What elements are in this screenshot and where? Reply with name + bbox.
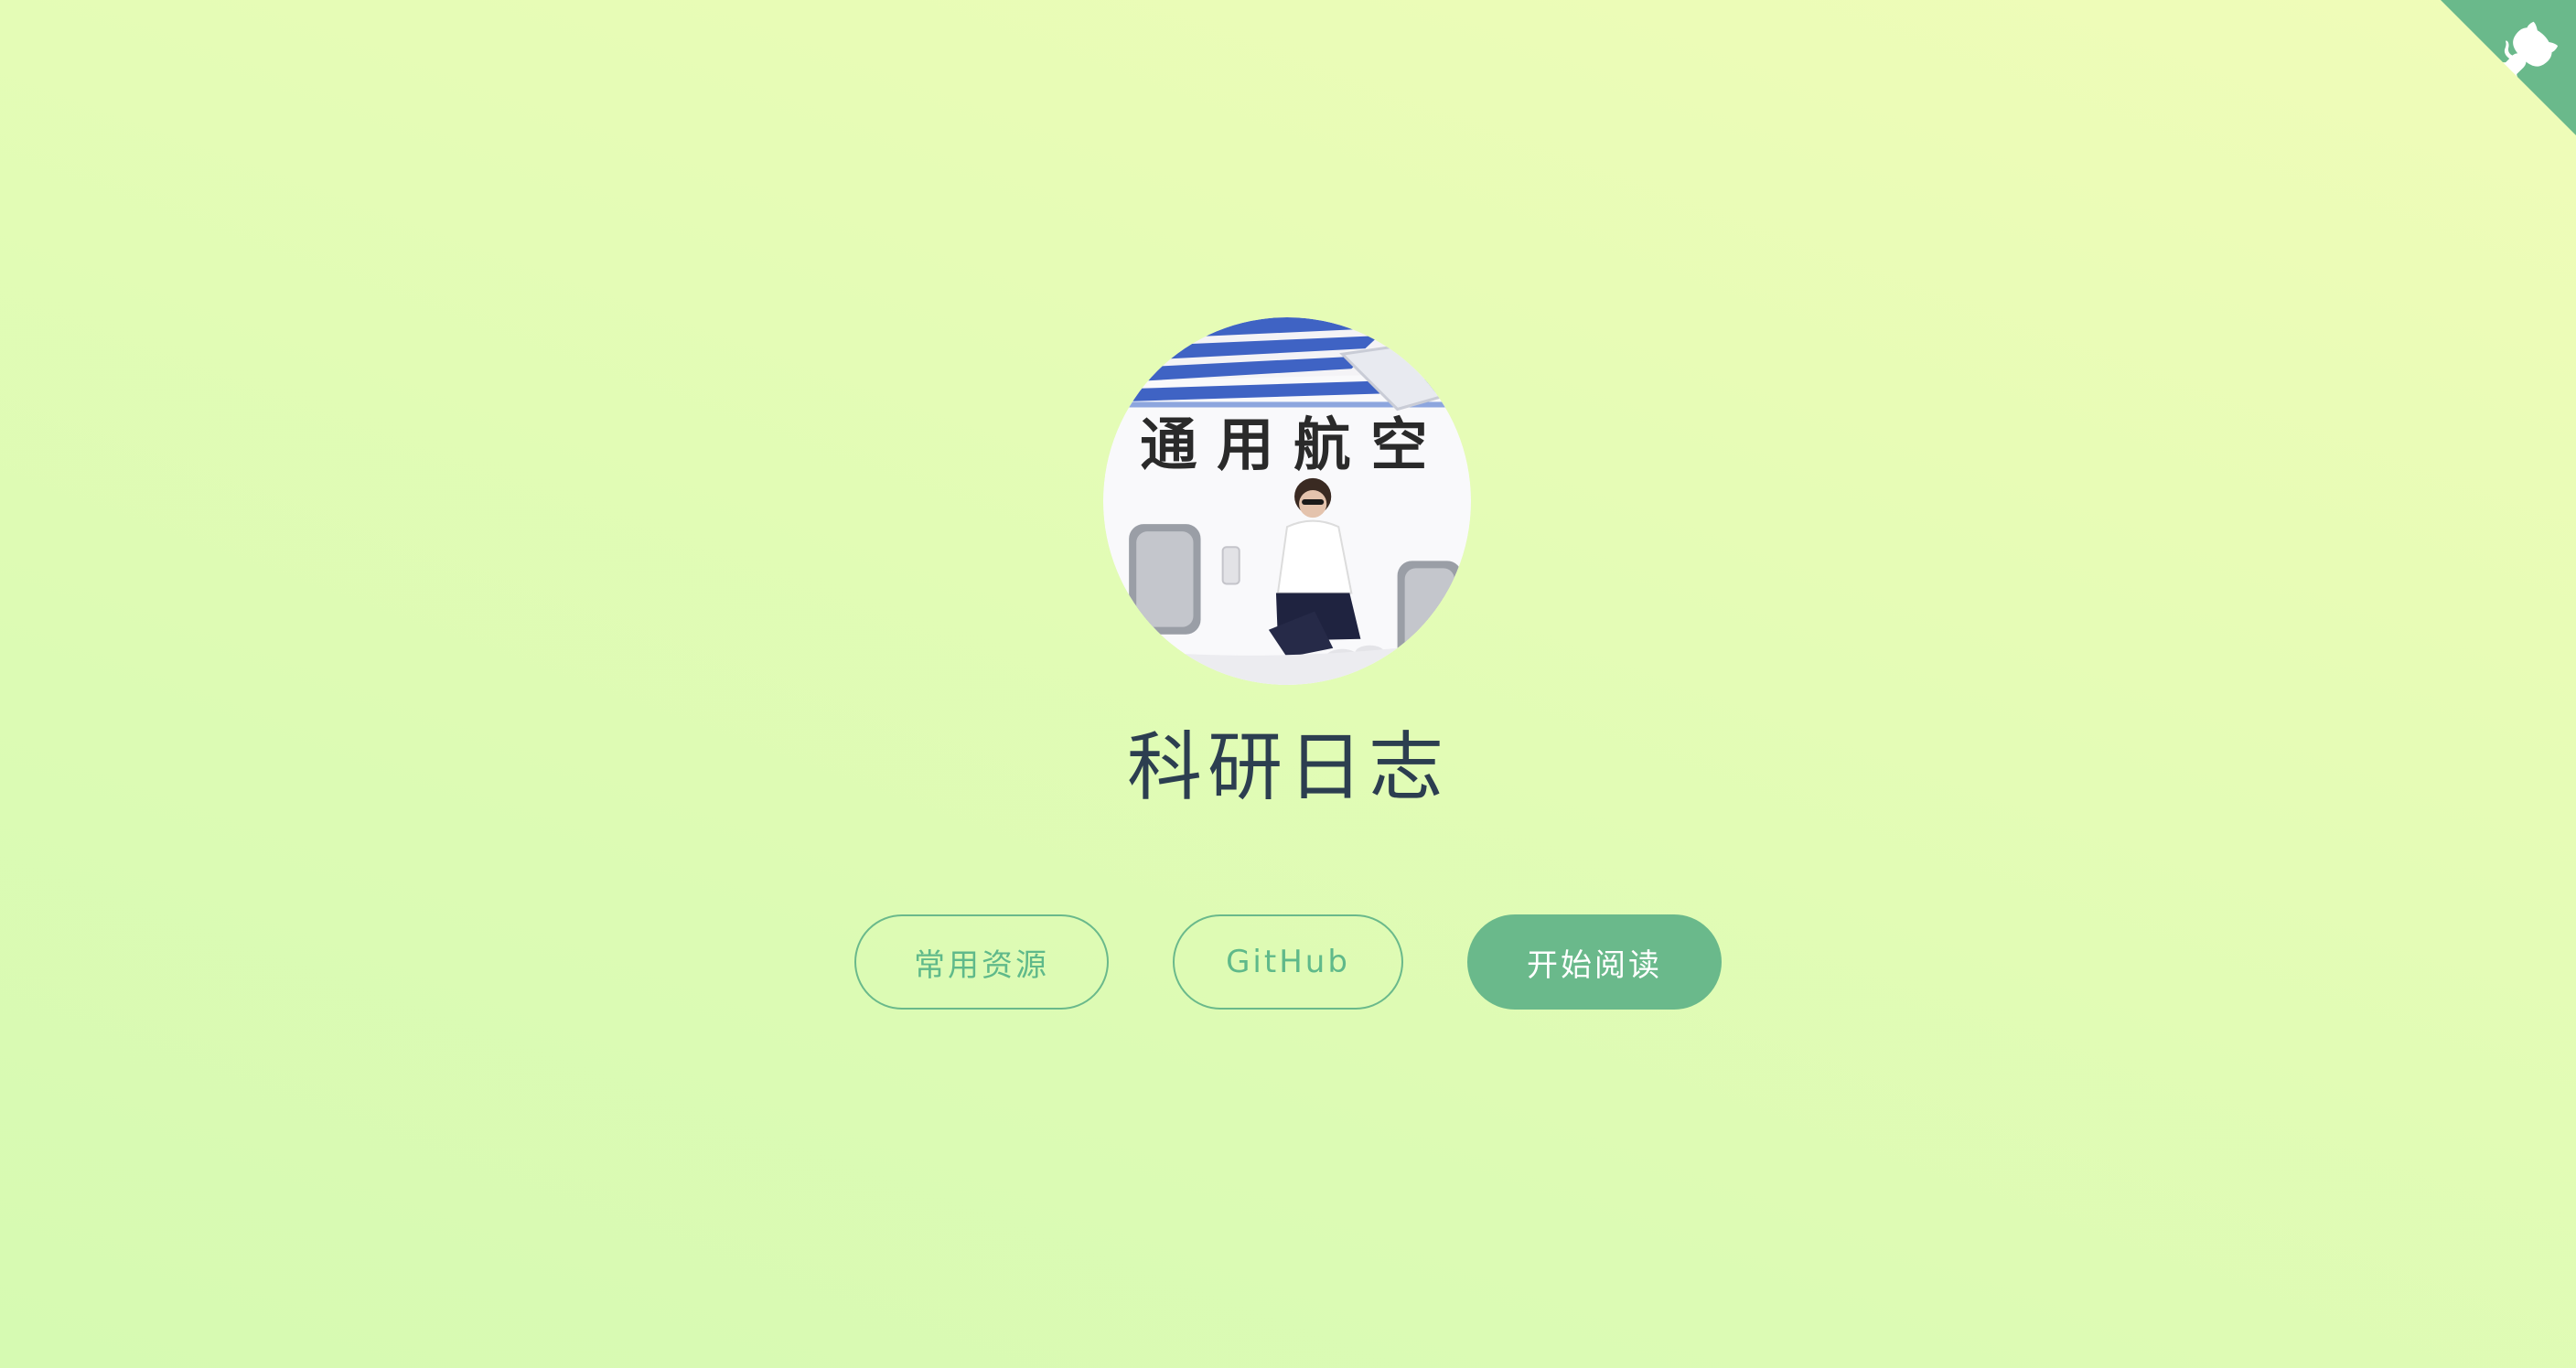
- start-reading-button[interactable]: 开始阅读: [1467, 914, 1722, 1010]
- avatar-sign-text: 通 用 航 空: [1140, 411, 1427, 478]
- github-button[interactable]: GitHub: [1173, 914, 1403, 1010]
- avatar: 通 用 航 空: [1103, 317, 1471, 685]
- cover-page: 通 用 航 空 科研日志 常用资源 GitHub 开始阅读: [0, 0, 2576, 1368]
- resources-button[interactable]: 常用资源: [854, 914, 1109, 1010]
- site-title: 科研日志: [1126, 724, 1449, 811]
